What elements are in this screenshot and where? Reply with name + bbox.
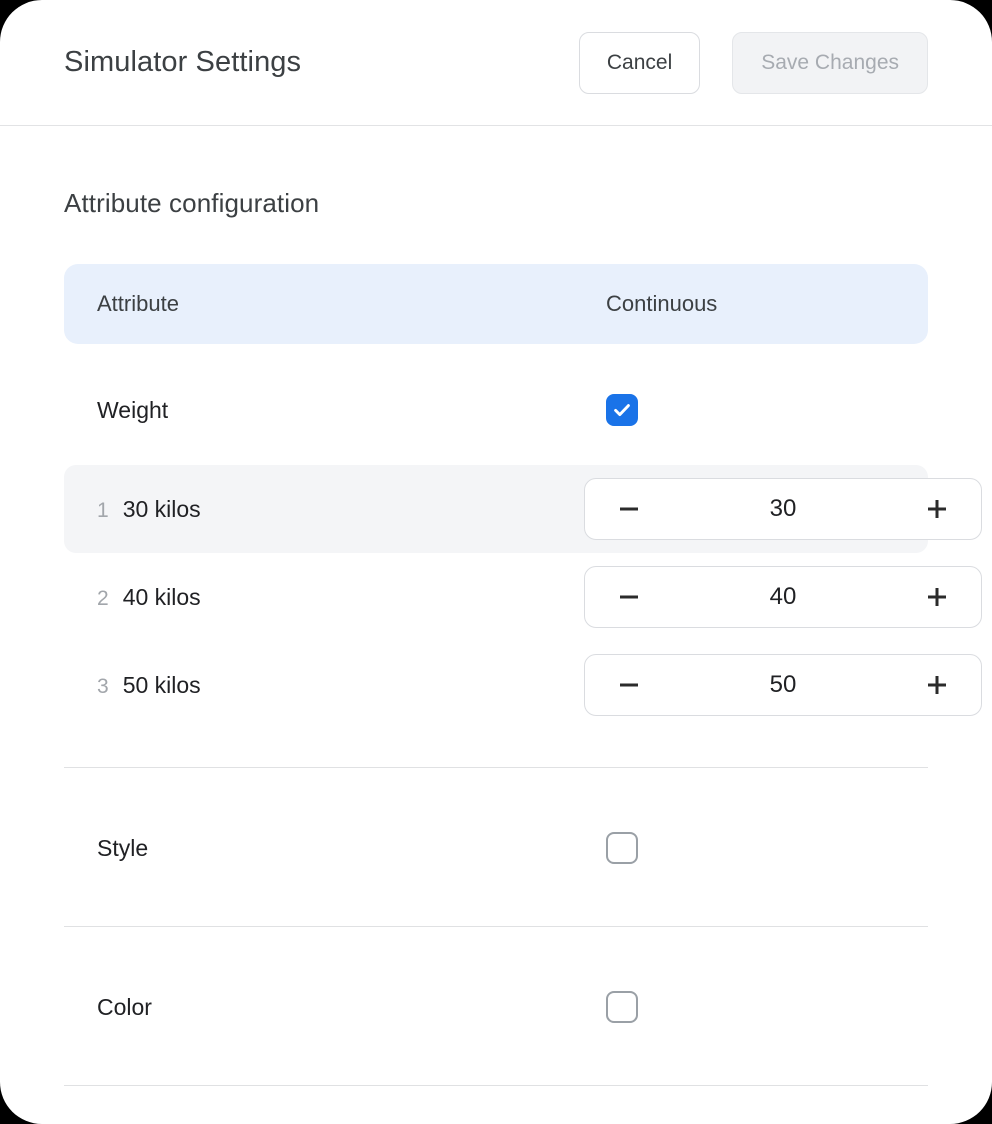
value-index: 3 — [97, 674, 109, 698]
value-stepper-cell: 30 — [584, 478, 982, 540]
value-label: 3 50 kilos — [64, 672, 584, 699]
settings-content: Attribute configuration Attribute Contin… — [0, 188, 992, 1086]
stepper-value: 50 — [769, 671, 797, 698]
checkbox-checked-icon[interactable] — [606, 394, 638, 426]
plus-icon[interactable] — [917, 489, 957, 529]
quantity-stepper[interactable]: 30 — [584, 478, 982, 540]
attribute-label: Color — [97, 993, 152, 1020]
save-changes-button[interactable]: Save Changes — [732, 31, 928, 94]
section-title: Attribute configuration — [64, 188, 320, 218]
attribute-label: Style — [97, 834, 149, 861]
table-header-row: Attribute Continuous — [64, 264, 928, 344]
page-title: Simulator Settings — [64, 46, 302, 78]
value-label: 1 30 kilos — [64, 496, 584, 523]
column-header-attribute: Attribute — [97, 291, 179, 316]
header-actions: Cancel Save Changes — [578, 31, 928, 94]
value-row[interactable]: 3 50 kilos 50 — [64, 641, 982, 729]
stepper-value: 40 — [769, 583, 797, 610]
column-header-continuous: Continuous — [606, 291, 718, 316]
attribute-label: Weight — [97, 396, 169, 423]
cancel-button[interactable]: Cancel — [578, 31, 701, 94]
attribute-continuous-cell — [584, 394, 928, 426]
attribute-row-color: Color — [64, 963, 928, 1051]
quantity-stepper[interactable]: 40 — [584, 566, 982, 628]
attribute-continuous-cell — [584, 832, 928, 864]
value-index: 1 — [97, 498, 109, 522]
checkbox-unchecked-icon[interactable] — [606, 991, 638, 1023]
attribute-continuous-cell — [584, 991, 928, 1023]
value-text: 40 kilos — [122, 583, 201, 610]
attribute-row-style: Style — [64, 804, 928, 892]
value-index: 2 — [97, 586, 109, 610]
value-text: 50 kilos — [122, 671, 201, 698]
minus-icon[interactable] — [609, 489, 649, 529]
minus-icon[interactable] — [609, 577, 649, 617]
plus-icon[interactable] — [917, 665, 957, 705]
value-label: 2 40 kilos — [64, 584, 584, 611]
divider — [64, 1085, 928, 1086]
attribute-configuration-table: Attribute Continuous Weight 1 30 kilos 3… — [64, 264, 982, 1086]
window-header: Simulator Settings Cancel Save Changes — [0, 0, 992, 126]
quantity-stepper[interactable]: 50 — [584, 654, 982, 716]
value-text: 30 kilos — [122, 495, 201, 522]
stepper-value: 30 — [769, 495, 797, 522]
minus-icon[interactable] — [609, 665, 649, 705]
simulator-settings-window: Simulator Settings Cancel Save Changes A… — [0, 0, 992, 1124]
value-stepper-cell: 50 — [584, 654, 982, 716]
checkbox-unchecked-icon[interactable] — [606, 832, 638, 864]
attribute-row-weight: Weight — [64, 366, 928, 454]
plus-icon[interactable] — [917, 577, 957, 617]
value-row[interactable]: 2 40 kilos 40 — [64, 553, 982, 641]
value-stepper-cell: 40 — [584, 566, 982, 628]
value-row[interactable]: 1 30 kilos 30 — [64, 465, 982, 553]
